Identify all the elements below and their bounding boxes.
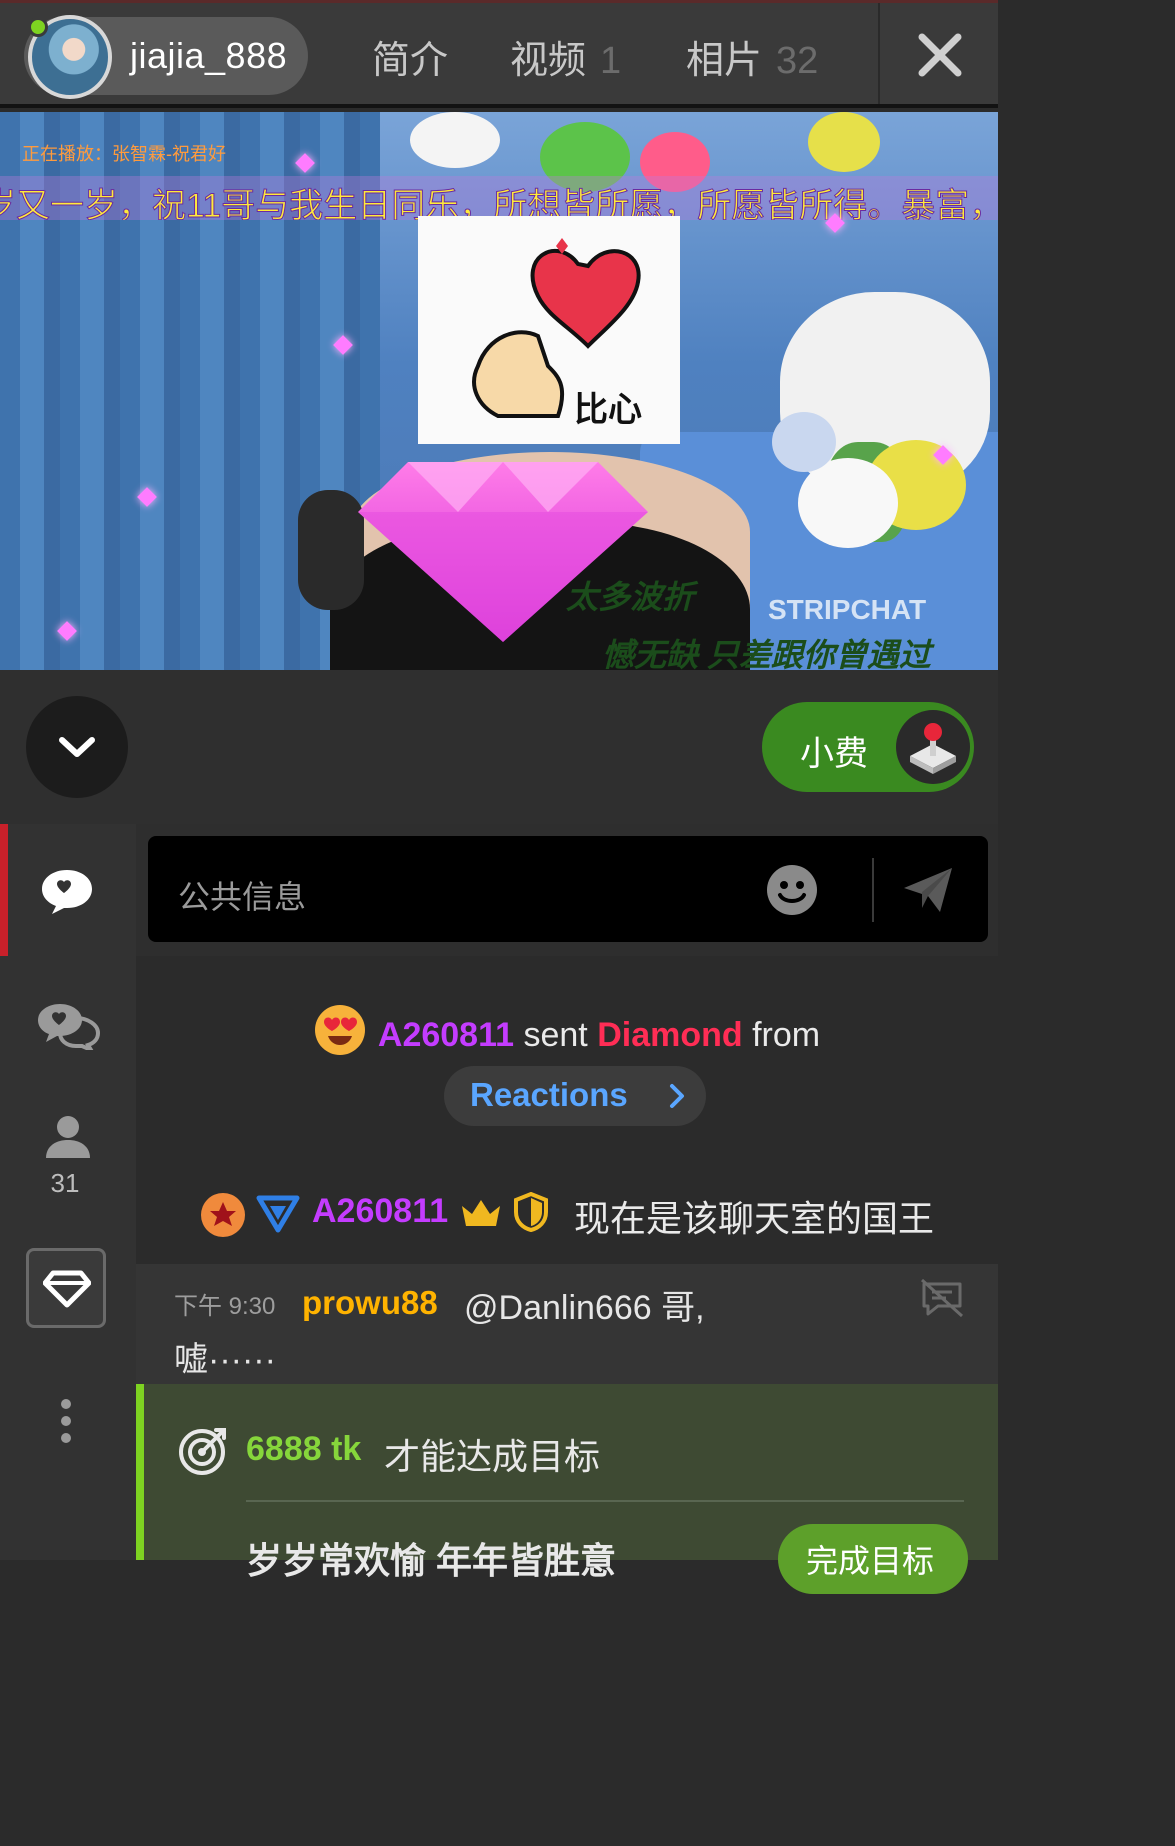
tab-videos[interactable]: 视频 1 xyxy=(510,29,621,84)
gift-sent-word: sent xyxy=(523,1016,588,1054)
chat-message-row: 下午 9:30 prowu88 @Danlin666 哥, 嘘······ xyxy=(136,1264,998,1384)
tip-button-label: 小费 xyxy=(800,735,868,773)
star-badge-icon xyxy=(201,1193,245,1237)
marquee-banner: 岁又一岁，祝11哥与我生日同乐，所想皆所愿，所愿皆所得。暴富，暴 xyxy=(0,176,998,220)
tip-button[interactable]: 小费 xyxy=(762,702,974,792)
video-caption-line2: 憾无缺 只差跟你曾遇过 xyxy=(602,637,931,670)
user-profile-pill[interactable]: jiajia_888 xyxy=(24,15,308,99)
chat-message-input[interactable]: 公共信息 xyxy=(148,836,988,942)
tab-photos-label: 相片 xyxy=(686,40,763,82)
message-text: @Danlin666 哥, xyxy=(464,1289,705,1327)
emoji-icon[interactable] xyxy=(766,864,818,916)
gift-sender-username[interactable]: A260811 xyxy=(378,1016,514,1054)
private-chat-icon xyxy=(38,1004,100,1050)
reactions-button[interactable]: Reactions xyxy=(444,1066,706,1126)
gift-from-word: from xyxy=(752,1016,821,1054)
level-badge-icon xyxy=(256,1195,300,1233)
gift-system-message: A260811 sent Diamond from xyxy=(136,1004,998,1056)
king-username[interactable]: A260811 xyxy=(312,1192,448,1231)
marquee-text: 岁又一岁，祝11哥与我生日同乐，所想皆所愿，所愿皆所得。暴富，暴 xyxy=(0,187,998,221)
chat-input-area: 公共信息 xyxy=(136,824,998,956)
close-icon[interactable] xyxy=(912,27,968,83)
balloon-white-flower xyxy=(410,112,500,168)
sidebar-item-tip-menu[interactable] xyxy=(0,1248,136,1328)
username[interactable]: jiajia_888 xyxy=(130,35,287,77)
topbar-border xyxy=(0,104,998,108)
microphone xyxy=(298,490,364,610)
balloon-lilac xyxy=(772,412,836,472)
top-bar: jiajia_888 简介 视频 1 相片 32 xyxy=(0,0,998,108)
reactions-label: Reactions xyxy=(470,1076,628,1113)
balloon-white xyxy=(798,458,898,548)
diamond-icon xyxy=(43,1270,91,1308)
video-caption-line1: 太多波折 xyxy=(566,579,695,615)
input-divider xyxy=(872,858,874,922)
king-system-message: A260811 现在是该聊天室的国王 xyxy=(136,1188,998,1260)
tab-photos-count: 32 xyxy=(776,40,819,82)
goal-divider xyxy=(246,1500,964,1502)
hide-message-icon[interactable] xyxy=(920,1278,964,1318)
king-message-text: 现在是该聊天室的国王 xyxy=(574,1198,935,1239)
stripchat-watermark: STRIPCHAT xyxy=(768,594,927,625)
chat-sidebar: 31 xyxy=(0,824,136,1560)
video-player[interactable]: 正在播放：张智霖-祝君好 岁又一岁，祝11哥与我生日同乐，所想皆所愿，所愿皆所得… xyxy=(0,112,998,670)
balloon-yellow-top xyxy=(808,112,880,172)
chevron-right-icon xyxy=(670,1084,684,1108)
user-icon xyxy=(46,1116,90,1158)
sidebar-item-users[interactable]: 31 xyxy=(0,1112,136,1202)
now-playing-text: 正在播放：张智霖-祝君好 xyxy=(22,144,226,164)
tab-intro[interactable]: 简介 xyxy=(372,29,448,84)
goal-panel: 6888 tk 才能达成目标 岁岁常欢愉 年年皆胜意 完成目标 xyxy=(136,1384,998,1594)
message-username[interactable]: prowu88 xyxy=(302,1284,438,1322)
goal-description: 才能达成目标 xyxy=(384,1436,601,1477)
sticker-caption: 比心 xyxy=(574,391,642,429)
message-text-continued: 嘘······ xyxy=(174,1341,276,1379)
heart-eyes-icon xyxy=(314,1005,365,1055)
tip-menu-frame xyxy=(26,1248,106,1328)
sidebar-item-public-chat[interactable] xyxy=(0,824,136,956)
crown-icon xyxy=(462,1200,500,1226)
sidebar-item-more[interactable] xyxy=(0,1396,136,1446)
users-count: 31 xyxy=(50,1168,80,1198)
joystick-icon xyxy=(896,710,970,784)
active-indicator xyxy=(0,824,8,956)
chat-input-placeholder: 公共信息 xyxy=(178,879,307,915)
chevron-down-icon xyxy=(59,737,95,757)
online-status-dot xyxy=(28,17,48,37)
tab-videos-count: 1 xyxy=(600,40,622,82)
shield-icon xyxy=(514,1192,548,1232)
complete-goal-button[interactable]: 完成目标 xyxy=(778,1524,968,1594)
collapse-button[interactable] xyxy=(26,696,128,798)
gift-name: Diamond xyxy=(597,1016,743,1054)
goal-subtitle: 岁岁常欢愉 年年皆胜意 xyxy=(246,1540,617,1581)
topbar-divider xyxy=(878,3,880,107)
send-icon[interactable] xyxy=(900,862,956,918)
message-timestamp: 下午 9:30 xyxy=(174,1293,276,1320)
complete-goal-label: 完成目标 xyxy=(806,1543,935,1579)
goal-amount: 6888 tk xyxy=(246,1430,362,1468)
sidebar-item-private-chat[interactable] xyxy=(0,994,136,1074)
tab-intro-label: 简介 xyxy=(372,40,449,82)
more-icon xyxy=(61,1399,71,1443)
chat-bubble-icon xyxy=(42,870,92,914)
tab-videos-label: 视频 xyxy=(510,40,587,82)
goal-target-icon xyxy=(179,1428,226,1475)
chat-panel: 公共信息 A260811 sent Diamond from Reactions… xyxy=(136,824,998,1594)
tab-photos[interactable]: 相片 32 xyxy=(686,29,818,84)
player-controls-bar: 小费 xyxy=(0,670,998,824)
